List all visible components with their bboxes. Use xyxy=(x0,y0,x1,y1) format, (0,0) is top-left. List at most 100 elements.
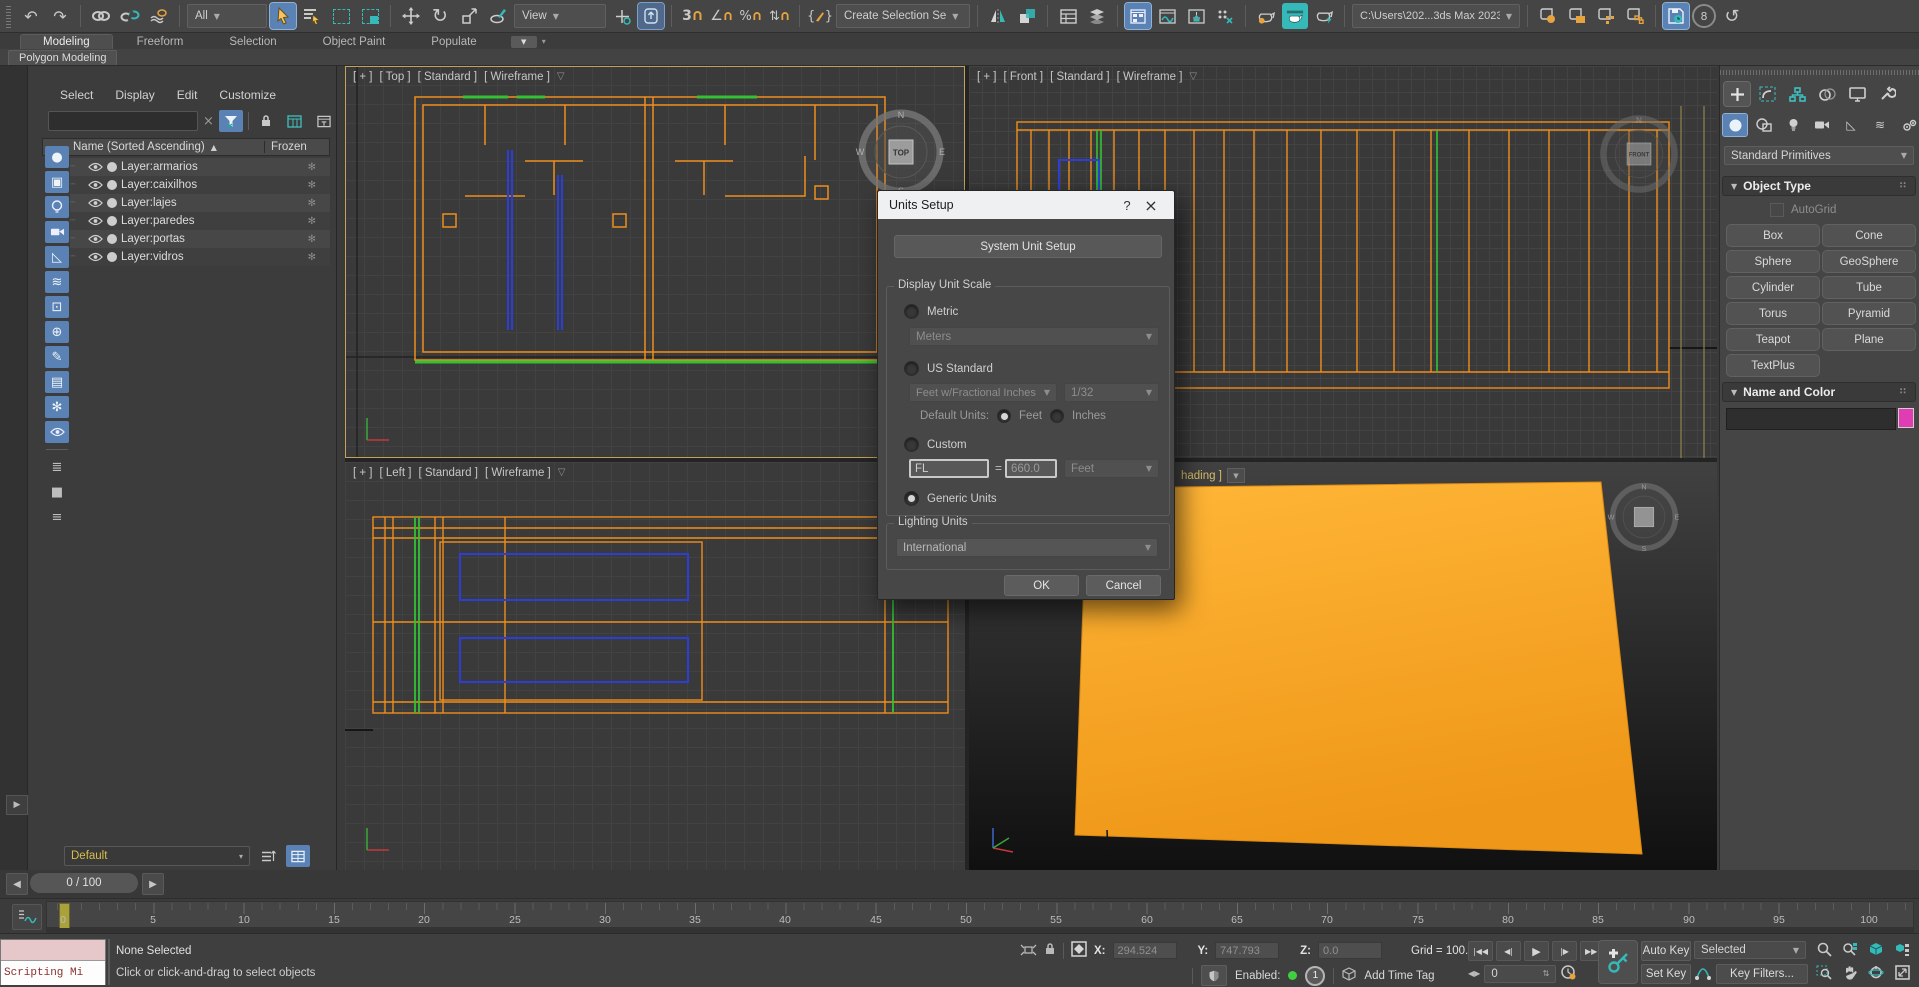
set-key-button[interactable]: Set Key xyxy=(1641,964,1691,984)
sphere-button[interactable]: Sphere xyxy=(1726,250,1820,273)
zoom-extents-all-icon[interactable] xyxy=(1890,940,1914,959)
explorer-menu-edit[interactable]: Edit xyxy=(177,88,198,102)
pin-explorer-icon[interactable] xyxy=(312,110,336,132)
autogrid-checkbox[interactable] xyxy=(1770,203,1784,217)
filter-hierarchy-view-icon[interactable]: ≡ xyxy=(45,506,69,528)
object-type-rollout[interactable]: ▼Object Type ∷ xyxy=(1722,176,1916,196)
angle-snap-toggle[interactable]: ∠ xyxy=(708,3,734,29)
plane-button[interactable]: Plane xyxy=(1822,328,1916,351)
ribbon-minimize-icon[interactable]: ▼ xyxy=(511,36,537,48)
render-setup-button[interactable] xyxy=(1253,3,1279,29)
undo-history-button[interactable]: ↺ xyxy=(1719,3,1745,29)
rendered-frame-window-button[interactable] xyxy=(1282,3,1308,29)
layer-render-toggle[interactable] xyxy=(107,180,117,190)
reference-coordinate-dropdown[interactable]: View▼ xyxy=(514,4,606,28)
category-spacewarps-icon[interactable]: ≋ xyxy=(1868,114,1892,136)
select-object-button[interactable] xyxy=(270,3,296,29)
layer-render-toggle[interactable] xyxy=(107,234,117,244)
ribbon-tab-populate[interactable]: Populate xyxy=(409,35,498,49)
filter-particles-icon[interactable]: ✻ xyxy=(45,396,69,418)
toolbar-drag-handle[interactable] xyxy=(6,4,11,28)
tab-create[interactable] xyxy=(1724,82,1750,106)
dialog-close-button[interactable]: × xyxy=(1139,196,1163,215)
filter-flat-view-icon[interactable]: ■ xyxy=(45,481,69,503)
default-feet-radio[interactable] xyxy=(997,409,1011,423)
viewport-general-menu[interactable]: [ + ] xyxy=(353,467,373,479)
polygon-modeling-panel[interactable]: Polygon Modeling xyxy=(8,50,117,65)
geosphere-button[interactable]: GeoSphere xyxy=(1822,250,1916,273)
current-frame-field[interactable]: 0⇅ xyxy=(1484,965,1556,983)
filter-lights-icon[interactable] xyxy=(45,196,69,218)
filter-list-view-icon[interactable]: ≣ xyxy=(45,456,69,478)
viewport-top[interactable]: [ + ] [ Top ] [ Standard ] [ Wireframe ]… xyxy=(345,66,965,458)
ok-button[interactable]: OK xyxy=(1004,575,1079,596)
filter-helpers-icon[interactable]: ◺ xyxy=(45,246,69,268)
perspective-viewcube-compass[interactable]: N S W E xyxy=(1607,480,1681,554)
frozen-cell-icon[interactable]: ✻ xyxy=(308,234,316,245)
explorer-search-input[interactable] xyxy=(48,111,198,131)
object-color-swatch[interactable] xyxy=(1898,408,1914,428)
custom-radio[interactable] xyxy=(904,437,919,452)
tab-hierarchy[interactable] xyxy=(1784,82,1810,106)
key-mode-toggle-icon[interactable]: ◀▶ xyxy=(1468,969,1480,978)
snaps-toggle-button[interactable]: 3 xyxy=(679,3,705,29)
filter-groups-icon[interactable]: ⊡ xyxy=(45,296,69,318)
layer-name[interactable]: Layer:lajes xyxy=(121,197,177,209)
layer-explorer-toggle[interactable] xyxy=(1084,3,1110,29)
schematic-view-button[interactable] xyxy=(1183,3,1209,29)
layer-row[interactable]: ┄ Layer:armarios ✻ xyxy=(70,158,330,176)
viewport-shading-menu[interactable]: [ Wireframe ] xyxy=(484,71,550,83)
system-unit-setup-button[interactable]: System Unit Setup xyxy=(894,235,1162,258)
zoom-icon[interactable] xyxy=(1812,940,1836,959)
ribbon-options-caret-icon[interactable]: ▾ xyxy=(542,37,546,46)
layer-row[interactable]: ┄ Layer:lajes ✻ xyxy=(70,194,330,212)
front-viewcube-compass[interactable]: FRONT N xyxy=(1597,112,1681,196)
textplus-button[interactable]: TextPlus xyxy=(1726,354,1820,377)
ribbon-tab-object-paint[interactable]: Object Paint xyxy=(301,35,408,49)
viewport-filter-icon[interactable]: ▽ xyxy=(557,71,565,83)
lock-explorer-icon[interactable] xyxy=(254,110,278,132)
us-fraction-dropdown[interactable]: 1/32▼ xyxy=(1064,383,1159,402)
cone-button[interactable]: Cone xyxy=(1822,224,1916,247)
compass-front-face[interactable]: FRONT xyxy=(1629,153,1650,159)
align-button[interactable] xyxy=(1014,3,1040,29)
listener-macro-row[interactable] xyxy=(1,940,105,961)
layer-grid-toggle-icon[interactable] xyxy=(286,845,310,867)
next-frame-nav-button[interactable]: ▶ xyxy=(142,873,164,895)
viewport-left[interactable]: [ + ] [ Left ] [ Standard ] [ Wireframe … xyxy=(345,462,965,870)
script-open-button[interactable] xyxy=(1564,3,1590,29)
viewport-filter-icon[interactable]: ▽ xyxy=(558,467,566,479)
auto-key-button[interactable]: Auto Key xyxy=(1641,941,1691,961)
pyramid-button[interactable]: Pyramid xyxy=(1822,302,1916,325)
select-and-scale-button[interactable] xyxy=(456,3,482,29)
frozen-cell-icon[interactable]: ✻ xyxy=(308,216,316,227)
category-cameras-icon[interactable] xyxy=(1810,114,1834,136)
frozen-column-header[interactable]: Frozen xyxy=(271,141,307,153)
maxscript-mini-listener[interactable]: Scripting Mi xyxy=(0,939,106,985)
frozen-cell-icon[interactable]: ✻ xyxy=(308,162,316,173)
custom-unit-name-field[interactable]: FL xyxy=(909,459,989,478)
layer-name[interactable]: Layer:vidros xyxy=(121,251,184,263)
filter-cameras-icon[interactable] xyxy=(45,221,69,243)
filter-geometry-icon[interactable]: ● xyxy=(45,146,69,168)
misc-tool-icon[interactable] xyxy=(1212,3,1238,29)
filter-xrefs-icon[interactable]: ⊕ xyxy=(45,321,69,343)
torus-button[interactable]: Torus xyxy=(1726,302,1820,325)
named-selection-sets-dropdown[interactable]: Create Selection Se▼ xyxy=(836,4,970,28)
layer-render-toggle[interactable] xyxy=(107,198,117,208)
next-frame-button[interactable]: |▶ xyxy=(1552,941,1577,961)
frozen-cell-icon[interactable]: ✻ xyxy=(308,252,316,263)
viewport-shading-menu[interactable]: [ Wireframe ] xyxy=(1117,71,1183,83)
layer-row[interactable]: ┄ Layer:vidros ✻ xyxy=(70,248,330,266)
ribbon-tab-freeform[interactable]: Freeform xyxy=(115,35,206,49)
mini-curve-editor-button[interactable] xyxy=(12,904,42,930)
bind-spacewarp-icon[interactable] xyxy=(146,3,172,29)
layer-row[interactable]: ┄ Layer:portas ✻ xyxy=(70,230,330,248)
layer-name[interactable]: Layer:portas xyxy=(121,233,185,245)
name-and-color-rollout[interactable]: ▼Name and Color ∷ xyxy=(1722,382,1916,402)
cancel-button[interactable]: Cancel xyxy=(1086,575,1161,596)
layer-list-options-icon[interactable] xyxy=(256,845,280,867)
viewport-perspective-label-fragment[interactable]: hading ] ▼ xyxy=(1181,468,1245,483)
zoom-all-icon[interactable] xyxy=(1838,940,1862,959)
metric-radio[interactable] xyxy=(904,304,919,319)
